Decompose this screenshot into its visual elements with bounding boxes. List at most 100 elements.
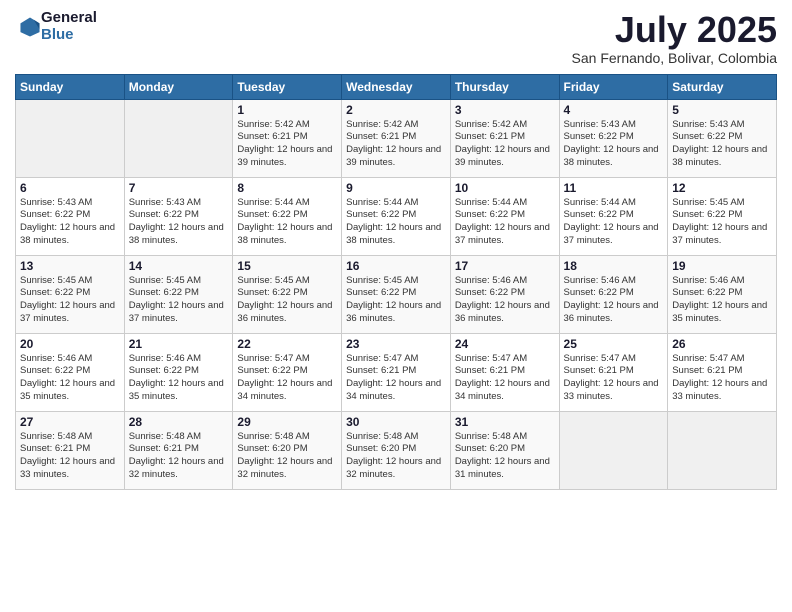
day-info: Sunrise: 5:48 AM Sunset: 6:20 PM Dayligh… xyxy=(237,431,337,482)
day-number: 2 xyxy=(346,103,446,117)
calendar-cell: 28 Sunrise: 5:48 AM Sunset: 6:21 PM Dayli… xyxy=(124,411,233,489)
day-info: Sunrise: 5:47 AM Sunset: 6:22 PM Dayligh… xyxy=(237,353,337,404)
day-number: 16 xyxy=(346,259,446,273)
calendar-week-row: 1 Sunrise: 5:42 AM Sunset: 6:21 PM Daylig… xyxy=(16,99,777,177)
day-number: 9 xyxy=(346,181,446,195)
day-info: Sunrise: 5:45 AM Sunset: 6:22 PM Dayligh… xyxy=(237,275,337,326)
day-info: Sunrise: 5:46 AM Sunset: 6:22 PM Dayligh… xyxy=(20,353,120,404)
col-header-sunday: Sunday xyxy=(16,74,125,99)
calendar-cell: 6 Sunrise: 5:43 AM Sunset: 6:22 PM Daylig… xyxy=(16,177,125,255)
calendar-cell: 22 Sunrise: 5:47 AM Sunset: 6:22 PM Dayli… xyxy=(233,333,342,411)
day-number: 8 xyxy=(237,181,337,195)
day-info: Sunrise: 5:48 AM Sunset: 6:20 PM Dayligh… xyxy=(346,431,446,482)
col-header-saturday: Saturday xyxy=(668,74,777,99)
page: General Blue July 2025 San Fernando, Bol… xyxy=(0,0,792,612)
calendar-cell: 9 Sunrise: 5:44 AM Sunset: 6:22 PM Daylig… xyxy=(342,177,451,255)
col-header-monday: Monday xyxy=(124,74,233,99)
calendar-week-row: 13 Sunrise: 5:45 AM Sunset: 6:22 PM Dayli… xyxy=(16,255,777,333)
day-info: Sunrise: 5:48 AM Sunset: 6:20 PM Dayligh… xyxy=(455,431,555,482)
day-number: 11 xyxy=(564,181,664,195)
calendar-cell: 14 Sunrise: 5:45 AM Sunset: 6:22 PM Dayli… xyxy=(124,255,233,333)
calendar-cell: 23Sunrise: 5:47 AM Sunset: 6:21 PM Dayli… xyxy=(342,333,451,411)
day-number: 1 xyxy=(237,103,337,117)
day-number: 13 xyxy=(20,259,120,273)
day-number: 4 xyxy=(564,103,664,117)
day-info: Sunrise: 5:43 AM Sunset: 6:22 PM Dayligh… xyxy=(564,119,664,170)
day-info: Sunrise: 5:44 AM Sunset: 6:22 PM Dayligh… xyxy=(237,197,337,248)
calendar-cell: 19Sunrise: 5:46 AM Sunset: 6:22 PM Dayli… xyxy=(668,255,777,333)
calendar-week-row: 6 Sunrise: 5:43 AM Sunset: 6:22 PM Daylig… xyxy=(16,177,777,255)
calendar-cell: 16 Sunrise: 5:45 AM Sunset: 6:22 PM Dayli… xyxy=(342,255,451,333)
day-info: Sunrise: 5:45 AM Sunset: 6:22 PM Dayligh… xyxy=(346,275,446,326)
day-number: 25 xyxy=(564,337,664,351)
day-info: Sunrise: 5:43 AM Sunset: 6:22 PM Dayligh… xyxy=(20,197,120,248)
day-number: 15 xyxy=(237,259,337,273)
calendar-cell xyxy=(16,99,125,177)
calendar-cell: 7 Sunrise: 5:43 AM Sunset: 6:22 PM Daylig… xyxy=(124,177,233,255)
day-info: Sunrise: 5:42 AM Sunset: 6:21 PM Dayligh… xyxy=(455,119,555,170)
day-info: Sunrise: 5:47 AM Sunset: 6:21 PM Dayligh… xyxy=(564,353,664,404)
day-info: Sunrise: 5:47 AM Sunset: 6:21 PM Dayligh… xyxy=(455,353,555,404)
day-number: 20 xyxy=(20,337,120,351)
calendar-cell: 26Sunrise: 5:47 AM Sunset: 6:21 PM Dayli… xyxy=(668,333,777,411)
calendar-cell: 2Sunrise: 5:42 AM Sunset: 6:21 PM Daylig… xyxy=(342,99,451,177)
day-info: Sunrise: 5:48 AM Sunset: 6:21 PM Dayligh… xyxy=(129,431,229,482)
day-info: Sunrise: 5:45 AM Sunset: 6:22 PM Dayligh… xyxy=(672,197,772,248)
day-info: Sunrise: 5:44 AM Sunset: 6:22 PM Dayligh… xyxy=(455,197,555,248)
header: General Blue July 2025 San Fernando, Bol… xyxy=(15,10,777,66)
logo-blue: Blue xyxy=(41,27,97,44)
calendar-cell: 18 Sunrise: 5:46 AM Sunset: 6:22 PM Dayli… xyxy=(559,255,668,333)
calendar-cell xyxy=(668,411,777,489)
day-info: Sunrise: 5:46 AM Sunset: 6:22 PM Dayligh… xyxy=(455,275,555,326)
day-info: Sunrise: 5:46 AM Sunset: 6:22 PM Dayligh… xyxy=(564,275,664,326)
day-info: Sunrise: 5:48 AM Sunset: 6:21 PM Dayligh… xyxy=(20,431,120,482)
day-info: Sunrise: 5:45 AM Sunset: 6:22 PM Dayligh… xyxy=(129,275,229,326)
day-number: 23 xyxy=(346,337,446,351)
title-section: July 2025 San Fernando, Bolivar, Colombi… xyxy=(572,10,777,66)
calendar-week-row: 20 Sunrise: 5:46 AM Sunset: 6:22 PM Dayli… xyxy=(16,333,777,411)
day-info: Sunrise: 5:42 AM Sunset: 6:21 PM Dayligh… xyxy=(237,119,337,170)
day-number: 28 xyxy=(129,415,229,429)
calendar-cell: 24 Sunrise: 5:47 AM Sunset: 6:21 PM Dayli… xyxy=(450,333,559,411)
day-number: 14 xyxy=(129,259,229,273)
day-number: 22 xyxy=(237,337,337,351)
day-info: Sunrise: 5:46 AM Sunset: 6:22 PM Dayligh… xyxy=(672,275,772,326)
day-number: 5 xyxy=(672,103,772,117)
day-number: 26 xyxy=(672,337,772,351)
calendar-cell: 3 Sunrise: 5:42 AM Sunset: 6:21 PM Daylig… xyxy=(450,99,559,177)
calendar-cell: 11 Sunrise: 5:44 AM Sunset: 6:22 PM Dayli… xyxy=(559,177,668,255)
col-header-thursday: Thursday xyxy=(450,74,559,99)
day-number: 21 xyxy=(129,337,229,351)
month-year-title: July 2025 xyxy=(572,10,777,50)
day-number: 6 xyxy=(20,181,120,195)
day-number: 17 xyxy=(455,259,555,273)
calendar-cell: 17 Sunrise: 5:46 AM Sunset: 6:22 PM Dayli… xyxy=(450,255,559,333)
day-number: 24 xyxy=(455,337,555,351)
calendar-cell xyxy=(559,411,668,489)
day-number: 18 xyxy=(564,259,664,273)
day-number: 27 xyxy=(20,415,120,429)
day-info: Sunrise: 5:43 AM Sunset: 6:22 PM Dayligh… xyxy=(129,197,229,248)
day-number: 29 xyxy=(237,415,337,429)
calendar-cell xyxy=(124,99,233,177)
col-header-tuesday: Tuesday xyxy=(233,74,342,99)
day-number: 12 xyxy=(672,181,772,195)
calendar-cell: 21Sunrise: 5:46 AM Sunset: 6:22 PM Dayli… xyxy=(124,333,233,411)
calendar-cell: 20 Sunrise: 5:46 AM Sunset: 6:22 PM Dayli… xyxy=(16,333,125,411)
calendar-cell: 5Sunrise: 5:43 AM Sunset: 6:22 PM Daylig… xyxy=(668,99,777,177)
calendar-cell: 30Sunrise: 5:48 AM Sunset: 6:20 PM Dayli… xyxy=(342,411,451,489)
calendar-cell: 29 Sunrise: 5:48 AM Sunset: 6:20 PM Dayli… xyxy=(233,411,342,489)
day-number: 7 xyxy=(129,181,229,195)
logo-text: General Blue xyxy=(41,10,97,43)
col-header-wednesday: Wednesday xyxy=(342,74,451,99)
logo-icon xyxy=(19,16,41,38)
day-number: 3 xyxy=(455,103,555,117)
logo-general: General xyxy=(41,10,97,27)
day-number: 10 xyxy=(455,181,555,195)
day-info: Sunrise: 5:44 AM Sunset: 6:22 PM Dayligh… xyxy=(564,197,664,248)
calendar-week-row: 27 Sunrise: 5:48 AM Sunset: 6:21 PM Dayli… xyxy=(16,411,777,489)
day-number: 31 xyxy=(455,415,555,429)
location-subtitle: San Fernando, Bolivar, Colombia xyxy=(572,50,777,66)
day-info: Sunrise: 5:44 AM Sunset: 6:22 PM Dayligh… xyxy=(346,197,446,248)
calendar-cell: 1 Sunrise: 5:42 AM Sunset: 6:21 PM Daylig… xyxy=(233,99,342,177)
